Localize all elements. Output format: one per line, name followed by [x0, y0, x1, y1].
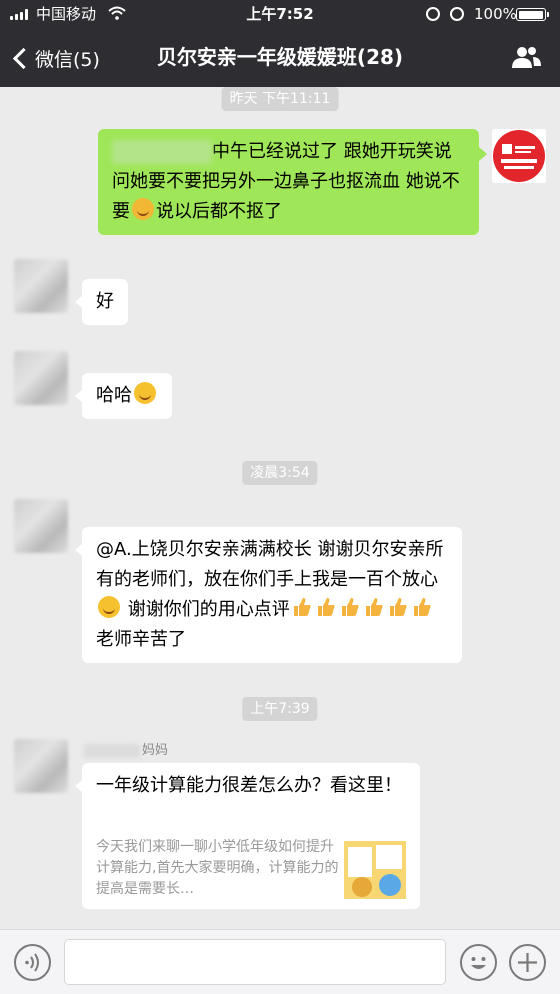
message-text-tail: 老师辛苦了	[96, 629, 186, 650]
smile-emoji-icon	[98, 596, 120, 618]
message-text: 好	[96, 291, 114, 312]
timestamp: 上午7:39	[242, 697, 318, 721]
blurred-text	[112, 140, 212, 164]
chat-title: 贝尔安亲一年级媛媛班(28)	[156, 45, 404, 69]
link-card[interactable]: 一年级计算能力很差怎么办？看这里！ 今天我们来聊一聊小学低年级如何提升计算能力,…	[75, 763, 420, 909]
member-avatar[interactable]	[14, 351, 68, 405]
message-text-tail: 说以后都不抠了	[156, 201, 282, 222]
top-bar: 中国移动 上午7:52 100% 微信(5) 贝尔安亲一年级媛媛班(28)	[0, 0, 560, 87]
alarm-icon	[450, 7, 464, 21]
input-bar	[0, 929, 560, 994]
member-avatar[interactable]	[14, 739, 68, 793]
message-bubble-received[interactable]: 哈哈	[75, 373, 172, 419]
thumbs-up-icon	[293, 598, 311, 616]
thumbs-up-icon	[317, 598, 335, 616]
nav-bar: 微信(5) 贝尔安亲一年级媛媛班(28)	[0, 28, 560, 87]
sender-name: 妈妈	[84, 739, 168, 758]
member-avatar[interactable]	[14, 259, 68, 313]
battery-icon	[516, 8, 549, 21]
battery-percent: 100%	[474, 5, 517, 23]
message-text: 哈哈	[96, 385, 132, 406]
message-text: @A.上饶贝尔安亲满满校长 谢谢贝尔安亲所有的老师们，放在你们手上我是一百个放心	[96, 539, 444, 590]
card-title: 一年级计算能力很差怎么办？看这里！	[96, 775, 402, 796]
thumbs-up-icon	[341, 598, 359, 616]
card-description: 今天我们来聊一聊小学低年级如何提升计算能力,首先大家要明确，计算能力的提高是需要…	[96, 839, 339, 897]
school-logo-icon	[492, 129, 546, 183]
message-bubble-sent[interactable]: 中午已经说过了 跟她开玩笑说问她要不要把另外一边鼻子也抠流血 她说不要 说以后都不…	[98, 129, 487, 235]
voice-icon	[25, 953, 39, 972]
timestamp: 凌晨3:54	[242, 461, 318, 485]
member-avatar[interactable]	[14, 499, 68, 553]
message-bubble-received[interactable]: 好	[75, 279, 128, 325]
message-input[interactable]	[64, 939, 446, 985]
emoji-button[interactable]	[460, 944, 497, 981]
thumbs-up-icon	[413, 598, 431, 616]
chat-area[interactable]: 昨天 下午11:11 中午已经说过了 跟她开玩笑说问她要不要把另外一边鼻子也抠流…	[0, 87, 560, 929]
more-button[interactable]	[509, 944, 546, 981]
message-text-mid: 谢谢你们的用心点评	[122, 599, 290, 620]
voice-button[interactable]	[14, 944, 51, 981]
thumbs-up-icon	[365, 598, 383, 616]
emoji-icon	[471, 957, 486, 969]
timestamp: 昨天 下午11:11	[221, 87, 339, 111]
card-thumbnail	[344, 841, 406, 899]
grin-emoji-icon	[134, 382, 156, 404]
status-bar: 中国移动 上午7:52 100%	[0, 0, 560, 28]
thumbs-up-icon	[389, 598, 407, 616]
orientation-lock-icon	[426, 7, 440, 21]
battery-fill	[518, 10, 543, 19]
plus-icon	[518, 953, 537, 972]
my-avatar[interactable]	[492, 129, 546, 183]
message-bubble-received[interactable]: @A.上饶贝尔安亲满满校长 谢谢贝尔安亲所有的老师们，放在你们手上我是一百个放心…	[75, 527, 462, 663]
group-members-icon[interactable]	[510, 44, 542, 70]
thinking-emoji-icon	[132, 198, 154, 220]
